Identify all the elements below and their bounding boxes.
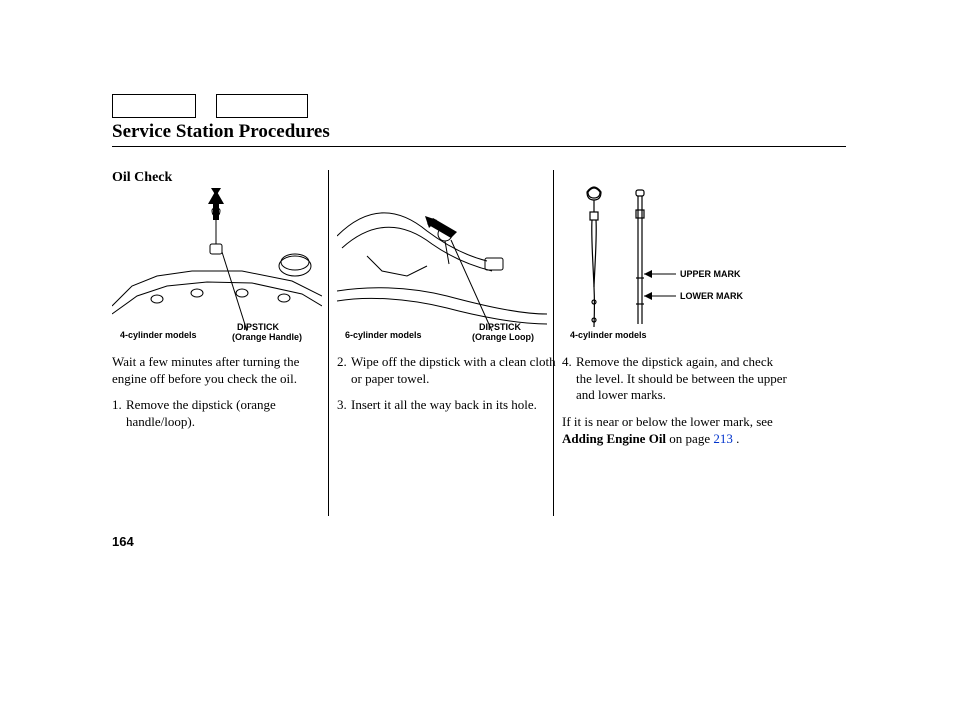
fig1-model-label: 4-cylinder models xyxy=(120,330,197,340)
figure-4cyl-engine: 4-cylinder models DIPSTICK (Orange Handl… xyxy=(112,186,322,344)
fig2-callout-1: DIPSTICK xyxy=(479,322,522,332)
step-3: 3. Insert it all the way back in its hol… xyxy=(337,397,562,414)
fig3-model-label: 4-cylinder models xyxy=(570,330,647,340)
manual-page: Service Station Procedures Oil Check xyxy=(0,0,954,710)
fig3-upper-label: UPPER MARK xyxy=(680,269,741,279)
column-1: 4-cylinder models DIPSTICK (Orange Handl… xyxy=(112,186,337,441)
fig2-model-label: 6-cylinder models xyxy=(345,330,422,340)
step-1-num: 1. xyxy=(112,397,126,430)
top-tab-right xyxy=(216,94,308,118)
section-subhead: Oil Check xyxy=(112,170,172,186)
title-rule xyxy=(112,146,846,147)
col3-note-post: . xyxy=(733,431,740,446)
figure-6cyl-engine: 6-cylinder models DIPSTICK (Orange Loop) xyxy=(337,186,547,344)
step-4-text: Remove the dipstick again, and check the… xyxy=(576,354,787,404)
step-2-num: 2. xyxy=(337,354,351,387)
page-number: 164 xyxy=(112,534,134,549)
step-2: 2. Wipe off the dipstick with a clean cl… xyxy=(337,354,562,387)
page-title: Service Station Procedures xyxy=(112,121,330,143)
col3-note-mid: on page xyxy=(666,431,713,446)
top-tab-left xyxy=(112,94,196,118)
step-3-num: 3. xyxy=(337,397,351,414)
step-3-text: Insert it all the way back in its hole. xyxy=(351,397,562,414)
fig1-callout-2: (Orange Handle) xyxy=(232,332,302,342)
column-3: UPPER MARK LOWER MARK 4-cylinder models … xyxy=(562,186,787,457)
step-4: 4. Remove the dipstick again, and check … xyxy=(562,354,787,404)
col3-note-pre: If it is near or below the lower mark, s… xyxy=(562,414,773,429)
step-4-num: 4. xyxy=(562,354,576,404)
fig2-callout-2: (Orange Loop) xyxy=(472,332,534,342)
step-1-text: Remove the dipstick (orange handle/loop)… xyxy=(126,397,337,430)
col1-intro-text: Wait a few minutes after turning the eng… xyxy=(112,354,337,387)
figure-dipstick-marks: UPPER MARK LOWER MARK 4-cylinder models xyxy=(562,186,772,344)
page-link-213[interactable]: 213 xyxy=(713,431,733,446)
col3-note: If it is near or below the lower mark, s… xyxy=(562,414,787,447)
step-2-text: Wipe off the dipstick with a clean cloth… xyxy=(351,354,562,387)
column-2: 6-cylinder models DIPSTICK (Orange Loop)… xyxy=(337,186,562,424)
fig3-lower-label: LOWER MARK xyxy=(680,291,743,301)
col3-note-bold: Adding Engine Oil xyxy=(562,431,666,446)
step-1: 1. Remove the dipstick (orange handle/lo… xyxy=(112,397,337,430)
fig1-callout-1: DIPSTICK xyxy=(237,322,280,332)
